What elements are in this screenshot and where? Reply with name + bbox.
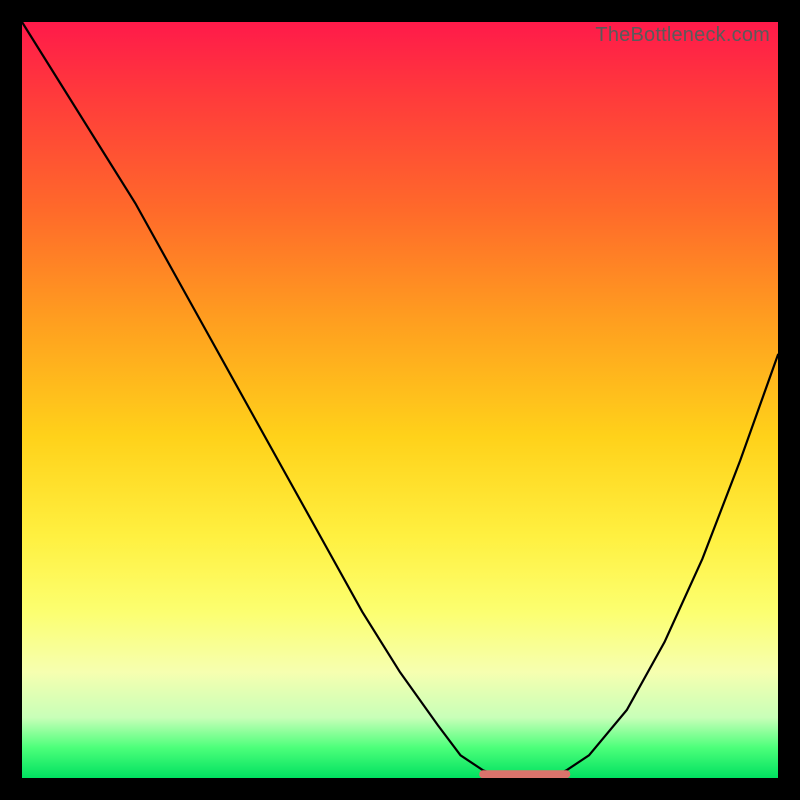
- plot-area: TheBottleneck.com: [22, 22, 778, 778]
- bottleneck-curve: [22, 22, 778, 778]
- chart-container: TheBottleneck.com: [0, 0, 800, 800]
- curve-layer: [22, 22, 778, 778]
- watermark-text: TheBottleneck.com: [595, 24, 770, 47]
